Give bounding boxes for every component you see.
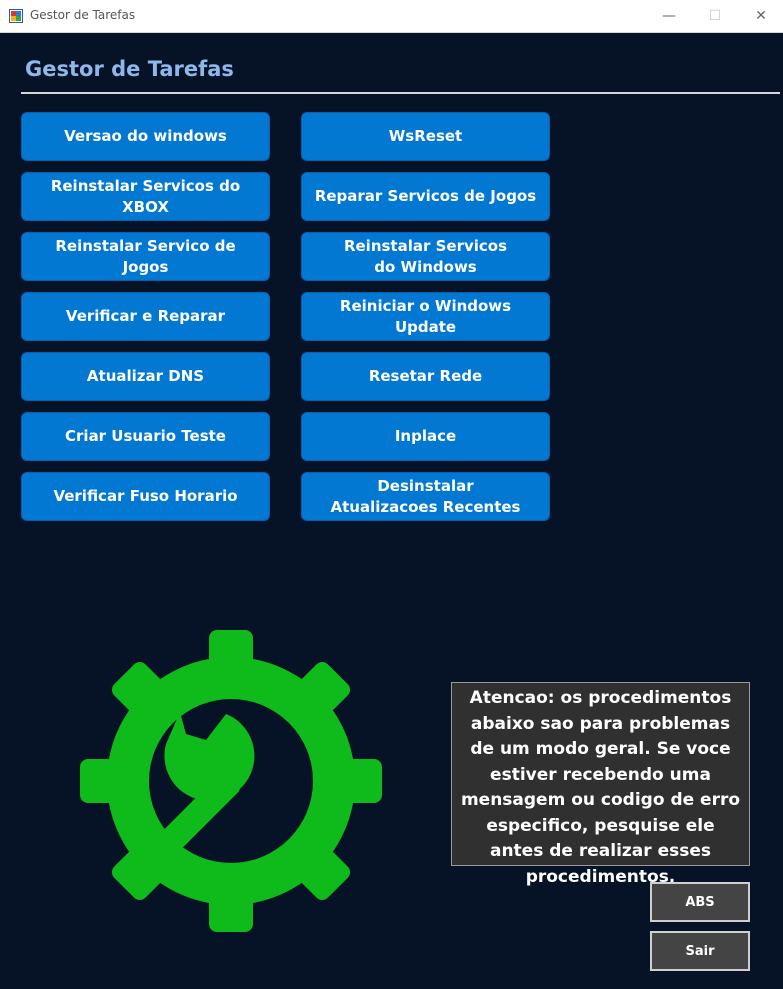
restart-windows-update-button[interactable]: Reiniciar o Windows Update bbox=[301, 292, 550, 341]
verify-and-repair-button[interactable]: Verificar e Reparar bbox=[21, 292, 270, 341]
minimize-button[interactable]: — bbox=[646, 0, 692, 32]
update-dns-button[interactable]: Atualizar DNS bbox=[21, 352, 270, 401]
app-icon bbox=[9, 9, 23, 23]
page-title: Gestor de Tarefas bbox=[25, 57, 234, 81]
gear-wrench-icon bbox=[80, 630, 382, 932]
close-icon: ✕ bbox=[755, 8, 767, 24]
abs-button[interactable]: ABS bbox=[650, 882, 750, 922]
reinstall-gaming-service-button[interactable]: Reinstalar Servico de Jogos bbox=[21, 232, 270, 281]
window-title: Gestor de Tarefas bbox=[30, 8, 136, 22]
warning-notice: Atencao: os procedimentos abaixo sao par… bbox=[451, 682, 750, 887]
window-titlebar: Gestor de Tarefas — ☐ ✕ bbox=[0, 0, 783, 33]
reinstall-windows-services-button[interactable]: Reinstalar Servicos do Windows bbox=[301, 232, 550, 281]
reinstall-xbox-services-button[interactable]: Reinstalar Servicos do XBOX bbox=[21, 172, 270, 221]
uninstall-recent-updates-button[interactable]: Desinstalar Atualizacoes Recentes bbox=[301, 472, 550, 521]
windows-version-button[interactable]: Versao do windows bbox=[21, 112, 270, 161]
maximize-button[interactable]: ☐ bbox=[692, 0, 738, 32]
wsreset-button[interactable]: WsReset bbox=[301, 112, 550, 161]
reset-network-button[interactable]: Resetar Rede bbox=[301, 352, 550, 401]
create-test-user-button[interactable]: Criar Usuario Teste bbox=[21, 412, 270, 461]
header-divider bbox=[21, 92, 780, 94]
maximize-icon: ☐ bbox=[708, 8, 722, 24]
exit-button[interactable]: Sair bbox=[650, 931, 750, 971]
minimize-icon: — bbox=[662, 8, 676, 24]
close-button[interactable]: ✕ bbox=[738, 0, 783, 32]
check-timezone-button[interactable]: Verificar Fuso Horario bbox=[21, 472, 270, 521]
inplace-button[interactable]: Inplace bbox=[301, 412, 550, 461]
repair-gaming-services-button[interactable]: Reparar Servicos de Jogos bbox=[301, 172, 550, 221]
